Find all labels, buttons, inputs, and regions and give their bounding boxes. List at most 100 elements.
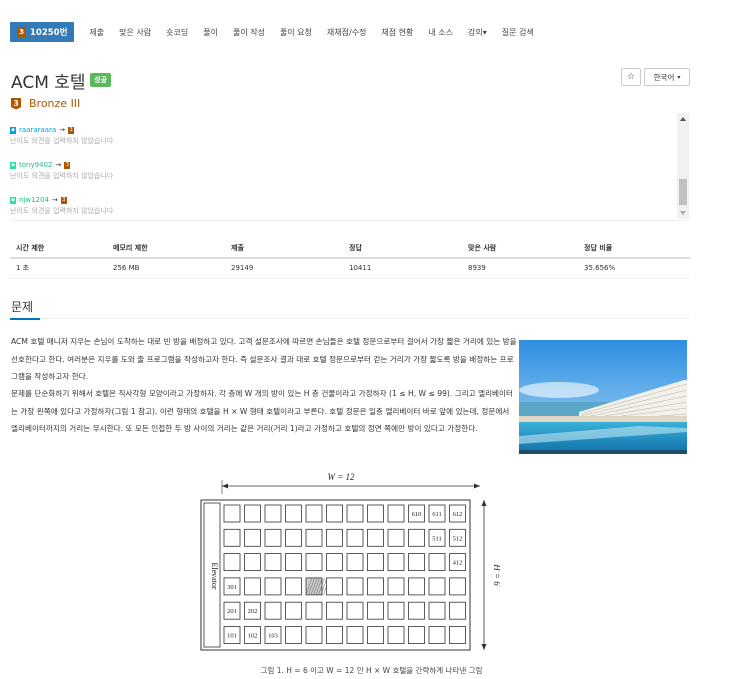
room-number-201: 201 [227, 608, 237, 615]
room-cell [285, 528, 302, 547]
caret-down-icon: ▾ [677, 73, 681, 81]
nav-problem-number[interactable]: 3 10250번 [10, 22, 75, 42]
figure-caption: 그림 1. H = 6 이고 W = 12 인 H × W 호텔을 간략하게 나… [260, 666, 483, 675]
room-cell [387, 528, 405, 547]
room-cell [285, 553, 302, 571]
room-cell [264, 601, 282, 620]
bronze-icon: 3 [68, 126, 75, 134]
room-cell [408, 528, 425, 547]
room-cell [449, 601, 466, 620]
room-number-512: 512 [453, 535, 463, 542]
arrow-icon: → [55, 161, 62, 169]
room-number-610: 610 [412, 511, 422, 518]
language-select[interactable]: 한국어 ▾ [644, 68, 690, 86]
scroll-up-icon[interactable] [680, 117, 686, 121]
list-item: ◆ raararaara → 3 난이도 의견을 입력하지 않았습니다 [10, 126, 113, 146]
room-cell [408, 601, 425, 620]
solved-users-value: 8939 [462, 258, 578, 279]
room-cell [264, 553, 282, 571]
list-item: ◆ tony9402 → 3 난이도 의견을 입력하지 않았습니다 [10, 161, 113, 181]
section-title: 문제 [11, 300, 34, 314]
room-cell [367, 528, 384, 547]
room-cell [428, 601, 446, 620]
arrow-icon: → [59, 126, 66, 134]
votes-scrollbar[interactable] [677, 113, 689, 219]
room-cell [326, 626, 343, 644]
tier-label: 3 Bronze III [11, 97, 80, 110]
accept-ratio-value: 35.656% [578, 258, 690, 279]
room-cell [346, 626, 364, 644]
bronze-tier-icon: 3 [11, 97, 21, 110]
room-cell [285, 601, 302, 620]
width-label: W = 12 [327, 472, 355, 482]
room-number-612: 612 [453, 511, 463, 518]
header-time-limit: 시간 제한 [10, 238, 107, 259]
problem-title: ACM 호텔 [11, 73, 86, 93]
nav-write-solution[interactable]: 풀이 작성 [233, 27, 265, 38]
header-memory-limit: 메모리 제한 [107, 238, 225, 259]
room-cell [223, 528, 241, 547]
arrow-icon: → [51, 196, 58, 204]
hotel-diagram: W = 12 Elevator 610 611 612 511 512 412 301 201… [195, 468, 502, 658]
difficulty-votes-list[interactable]: ◆ raararaara → 3 난이도 의견을 입력하지 않았습니다 ◆ to… [10, 113, 690, 221]
room-cell [326, 577, 343, 596]
room-cell [408, 553, 425, 571]
room-number-511: 511 [432, 535, 442, 542]
room-number-102: 102 [248, 633, 258, 640]
room-cell [346, 601, 364, 620]
room-cell [346, 577, 364, 596]
bronze-icon: 3 [64, 161, 71, 169]
nav-request-solution[interactable]: 풀이 요청 [280, 27, 312, 38]
room-cell [326, 528, 343, 547]
nav-short-coding[interactable]: 숏코딩 [166, 27, 188, 38]
room-cell [223, 553, 241, 571]
nav-submit[interactable]: 제출 [89, 27, 104, 38]
room-cell [264, 504, 282, 523]
room-cell [264, 528, 282, 547]
room-cell [346, 528, 364, 547]
nav-lectures-dropdown[interactable]: 강의▾ [468, 27, 487, 38]
status-badge: 성공 [90, 73, 111, 87]
problem-stats-table: 시간 제한 메모리 제한 제출 정답 맞은 사람 정답 비율 1 초 256 M… [10, 238, 690, 279]
room-cell [346, 504, 364, 523]
room-cell [387, 626, 405, 644]
section-divider [10, 318, 690, 320]
nav-rejudge[interactable]: 재채점/수정 [327, 27, 367, 38]
room-number-412: 412 [453, 560, 463, 567]
scroll-thumb[interactable] [679, 179, 687, 205]
header-accepted: 정답 [343, 238, 462, 259]
table-row: 1 초 256 MB 29149 10411 8939 35.656% [10, 258, 690, 279]
bronze-icon: 3 [17, 27, 26, 37]
header-submissions: 제출 [225, 238, 343, 259]
room-cell [305, 504, 323, 523]
list-item: ◆ njw1204 → 3 난이도 의견을 입력하지 않았습니다 [10, 196, 113, 216]
nav-solved-users[interactable]: 맞은 사람 [119, 27, 151, 38]
room-cell [367, 626, 384, 644]
star-icon: ☆ [626, 72, 636, 82]
room-cell [449, 577, 466, 596]
nav-my-source[interactable]: 내 소스 [428, 27, 453, 38]
problem-nav: 3 10250번 제출 맞은 사람 숏코딩 풀이 풀이 작성 풀이 요청 재채점… [10, 22, 534, 42]
scroll-down-icon[interactable] [680, 211, 686, 215]
voter-name[interactable]: njw1204 [19, 196, 49, 204]
nav-brand-label: 10250번 [30, 28, 68, 38]
room-cell [367, 504, 384, 523]
vote-hint: 난이도 의견을 입력하지 않았습니다 [10, 207, 114, 215]
submissions-value: 29149 [225, 258, 343, 279]
voter-name[interactable]: raararaara [19, 126, 56, 134]
room-cell [326, 504, 343, 523]
user-tier-icon: ◆ [10, 126, 16, 134]
nav-question-search[interactable]: 질문 검색 [502, 27, 534, 38]
room-number-301: 301 [227, 584, 237, 591]
room-cell [244, 553, 261, 571]
room-cell [367, 577, 384, 596]
room-cell [305, 626, 323, 644]
star-button[interactable]: ☆ [621, 68, 641, 86]
nav-status[interactable]: 채점 현황 [381, 27, 413, 38]
problem-description-1: ACM 호텔 매니저 지우는 손님이 도착하는 대로 빈 방을 배정하고 있다.… [11, 337, 517, 381]
voter-name[interactable]: tony9402 [19, 161, 52, 169]
user-tier-icon: ◆ [10, 196, 16, 204]
room-cell [326, 601, 343, 620]
room-number-611: 611 [432, 511, 442, 518]
nav-solutions[interactable]: 풀이 [203, 27, 218, 38]
